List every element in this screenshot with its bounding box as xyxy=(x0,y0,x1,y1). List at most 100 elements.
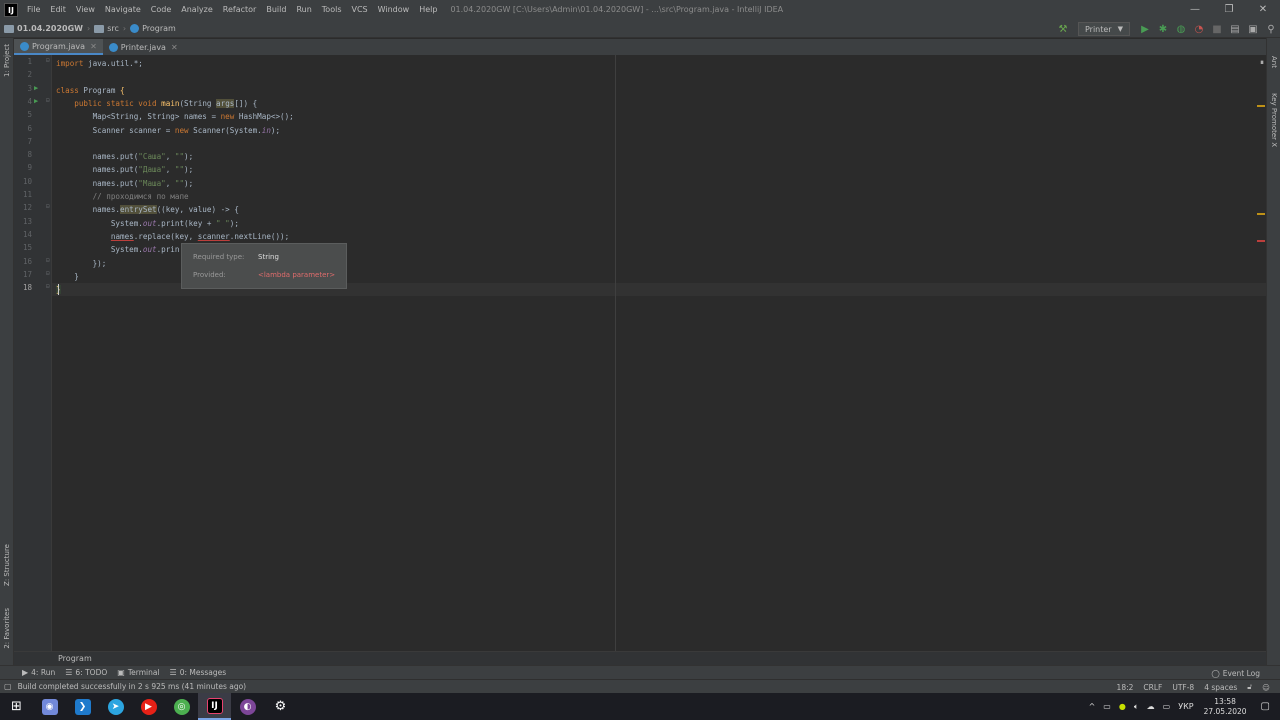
menu-refactor[interactable]: Refactor xyxy=(218,0,262,20)
taskbar-vscode[interactable]: ❯ xyxy=(66,693,99,720)
line-separator[interactable]: CRLF xyxy=(1143,683,1162,692)
close-button[interactable]: ✕ xyxy=(1246,0,1280,20)
close-tab-icon[interactable]: ✕ xyxy=(171,43,178,52)
tray-nvidia-icon[interactable]: ● xyxy=(1119,702,1126,711)
provided-type-label: Provided: xyxy=(193,271,226,279)
error-stripe[interactable] xyxy=(1256,55,1266,651)
project-structure-icon[interactable]: ▤ xyxy=(1227,21,1243,37)
run-icon[interactable]: ▶ xyxy=(1137,21,1153,37)
taskbar-discord[interactable]: ◉ xyxy=(33,693,66,720)
project-tool-button[interactable]: 1: Project xyxy=(3,44,11,77)
menu-run[interactable]: Run xyxy=(291,0,316,20)
fold-icon[interactable]: ⊟ xyxy=(46,270,50,277)
run-gutter-icon[interactable]: ▶ xyxy=(34,97,38,105)
line-gutter[interactable]: 1 ⊟ 2 3 ▶ 4 ▶ ⊟ 5 6 7 8 9 10 11 12 ⊟ 13 14 15… xyxy=(14,55,52,651)
caret-position[interactable]: 18:2 xyxy=(1117,683,1134,692)
favorites-tool-button[interactable]: 2: Favorites xyxy=(3,608,11,649)
stop-icon[interactable]: ■ xyxy=(1209,21,1225,37)
tor-browser-icon: ◐ xyxy=(239,698,256,715)
code-line: System.out.prin xyxy=(56,245,180,255)
tab-label: Program.java xyxy=(32,41,86,51)
fold-icon[interactable]: ⊟ xyxy=(46,257,50,264)
tab-printer-java[interactable]: Printer.java ✕ xyxy=(103,39,184,55)
terminal-tool-button[interactable]: ▣ Terminal xyxy=(117,668,159,677)
layout-icon[interactable]: ▣ xyxy=(1245,21,1261,37)
network-icon[interactable]: ☁ xyxy=(1147,702,1155,711)
intellij-logo-icon: IJ xyxy=(4,3,18,17)
close-tab-icon[interactable]: ✕ xyxy=(90,42,97,51)
fold-icon[interactable]: ⊟ xyxy=(46,57,50,64)
tab-program-java[interactable]: Program.java ✕ xyxy=(14,39,103,55)
warning-marker[interactable] xyxy=(1257,105,1265,107)
fold-icon[interactable]: ⊟ xyxy=(46,97,50,104)
taskbar-chrome[interactable]: ◎ xyxy=(165,693,198,720)
line-number: 10 xyxy=(22,176,32,186)
tray-app-icon[interactable]: ▭ xyxy=(1103,702,1111,711)
inspection-pause-icon[interactable]: ⏸ xyxy=(1260,58,1264,68)
chevron-up-icon[interactable]: ^ xyxy=(1089,702,1096,711)
event-log-icon: ◯ xyxy=(1211,668,1220,678)
key-promoter-tool-button[interactable]: Key Promoter X xyxy=(1270,93,1278,147)
taskbar-youtube[interactable]: ▶ xyxy=(132,693,165,720)
taskbar-intellij[interactable]: IJ xyxy=(198,693,231,720)
run-tool-button[interactable]: ▶ 4: Run xyxy=(22,668,55,677)
tray-device-icon[interactable]: ▭ xyxy=(1163,702,1171,711)
input-language[interactable]: УКР xyxy=(1178,702,1193,711)
build-hammer-icon[interactable]: ⚒ xyxy=(1055,21,1071,37)
line-number: 14 xyxy=(22,229,32,239)
line-number: 6 xyxy=(27,123,32,133)
menu-navigate[interactable]: Navigate xyxy=(100,0,146,20)
menu-vcs[interactable]: VCS xyxy=(347,0,373,20)
restore-button[interactable]: ❐ xyxy=(1212,0,1246,20)
indent-setting[interactable]: 4 spaces xyxy=(1204,683,1237,692)
ant-tool-button[interactable]: Ant xyxy=(1270,56,1278,68)
error-marker[interactable] xyxy=(1257,240,1265,242)
menu-help[interactable]: Help xyxy=(414,0,442,20)
fold-icon[interactable]: ⊟ xyxy=(46,203,50,210)
coverage-icon[interactable]: ◍ xyxy=(1173,21,1189,37)
lock-icon[interactable]: 🔓︎ xyxy=(1247,682,1252,692)
structure-tool-button[interactable]: Z: Structure xyxy=(3,544,11,586)
window-title: 01.04.2020GW [C:\Users\Admin\01.04.2020G… xyxy=(450,5,784,14)
run-gutter-icon[interactable]: ▶ xyxy=(34,84,38,92)
code-line: names.replace(key, scanner.nextLine()); xyxy=(110,231,290,241)
taskbar-settings[interactable]: ⚙ xyxy=(264,693,297,720)
file-encoding[interactable]: UTF-8 xyxy=(1172,683,1194,692)
taskbar-tor[interactable]: ◐ xyxy=(231,693,264,720)
line-number: 1 xyxy=(27,57,32,66)
clock[interactable]: 13:58 27.05.2020 xyxy=(1204,697,1247,717)
debug-icon[interactable]: ✱ xyxy=(1155,21,1171,37)
run-config-select[interactable]: Printer ▼ xyxy=(1077,22,1130,36)
notifications-icon[interactable]: ▢ xyxy=(1261,701,1270,712)
minimize-button[interactable]: — xyxy=(1178,0,1212,20)
line-number: 13 xyxy=(22,216,32,226)
breadcrumb-src[interactable]: src xyxy=(107,24,119,33)
fold-icon[interactable]: ⊟ xyxy=(46,283,50,290)
breadcrumb-separator-icon: › xyxy=(87,24,91,33)
todo-tool-button[interactable]: ☰ 6: TODO xyxy=(65,668,107,677)
menu-edit[interactable]: Edit xyxy=(45,0,71,20)
menu-window[interactable]: Window xyxy=(373,0,415,20)
warning-marker[interactable] xyxy=(1257,213,1265,215)
menu-view[interactable]: View xyxy=(71,0,100,20)
search-everywhere-icon[interactable]: ⚲ xyxy=(1263,21,1279,37)
start-button[interactable]: ⊞ xyxy=(0,693,33,720)
menu-file[interactable]: File xyxy=(22,0,45,20)
breadcrumb-program[interactable]: Program xyxy=(142,24,176,33)
inspector-icon[interactable]: ☺ xyxy=(1262,683,1270,692)
menu-code[interactable]: Code xyxy=(146,0,176,20)
structure-breadcrumb[interactable]: Program xyxy=(14,651,1266,665)
menu-analyze[interactable]: Analyze xyxy=(176,0,218,20)
profile-icon[interactable]: ◔ xyxy=(1191,21,1207,37)
volume-icon[interactable]: 🔈︎ xyxy=(1134,702,1139,712)
build-status-message[interactable]: Build completed successfully in 2 s 925 … xyxy=(18,682,247,691)
status-toggle-icon[interactable]: ▢ xyxy=(4,682,12,691)
messages-tool-button[interactable]: ☰ 0: Messages xyxy=(170,668,227,677)
type-mismatch-tooltip: Required type: String Provided: <lambda pa… xyxy=(181,243,347,289)
taskbar-telegram[interactable]: ➤ xyxy=(99,693,132,720)
menu-tools[interactable]: Tools xyxy=(317,0,347,20)
breadcrumb-project[interactable]: 01.04.2020GW xyxy=(17,24,83,33)
menu-build[interactable]: Build xyxy=(261,0,291,20)
code-editor[interactable]: 1 ⊟ 2 3 ▶ 4 ▶ ⊟ 5 6 7 8 9 10 11 12 ⊟ 13 14 15… xyxy=(14,55,1266,651)
event-log-button[interactable]: ◯ Event Log xyxy=(1211,666,1260,680)
